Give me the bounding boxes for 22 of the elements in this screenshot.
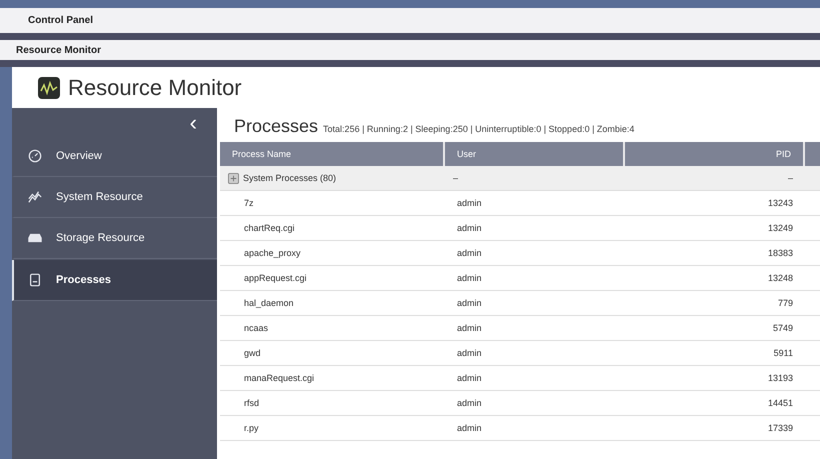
drive-icon <box>28 231 42 245</box>
line-chart-icon <box>28 190 42 204</box>
app-title: Resource Monitor <box>68 74 242 100</box>
sidebar-item[interactable]: System Resource <box>12 177 217 218</box>
window-title: Resource Monitor <box>16 44 102 56</box>
sidebar-item[interactable]: Processes <box>12 260 217 301</box>
gauge-icon <box>28 149 42 163</box>
table-cell: – <box>445 166 625 191</box>
document-icon <box>28 273 42 287</box>
processes-title: Processes <box>234 116 318 137</box>
column-header[interactable]: PID <box>625 142 805 166</box>
table-cell: System Processes (80) <box>220 166 445 191</box>
collapse-button[interactable]: ‹ <box>190 110 197 136</box>
control-panel-title: Control Panel <box>28 15 94 26</box>
process-summary: Total:256 | Running:2 | Sleeping:250 | Uninterruptible:0 | Stopped:0 | Zombie:4 <box>323 124 634 134</box>
monitor-app-icon <box>38 76 60 98</box>
table-cell: – <box>625 166 805 191</box>
column-header[interactable]: User <box>445 142 625 166</box>
sidebar-item[interactable]: Storage Resource <box>12 218 217 259</box>
column-header[interactable]: Process Name <box>220 142 445 166</box>
sidebar-item[interactable]: Overview <box>12 136 217 177</box>
table-cell <box>805 166 820 191</box>
